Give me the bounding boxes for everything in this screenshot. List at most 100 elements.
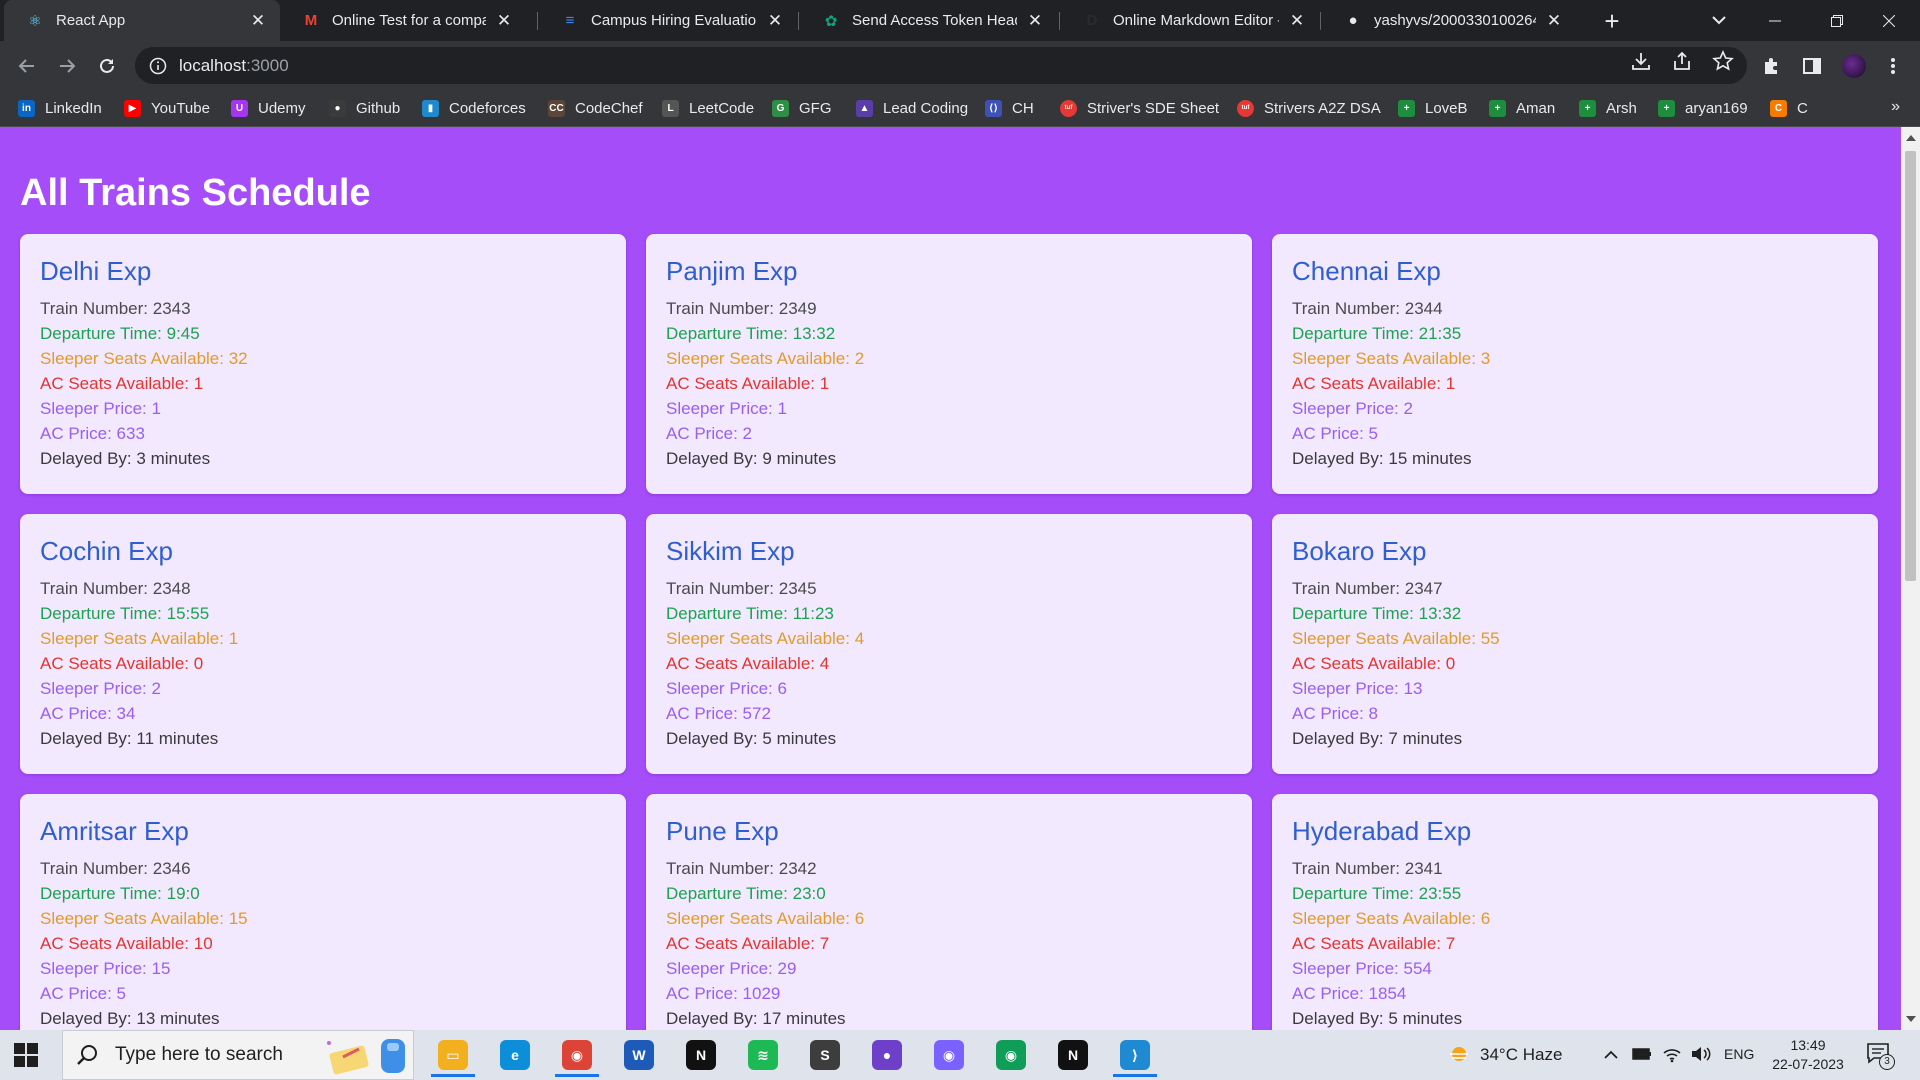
bookmark-label: GFG <box>799 99 832 117</box>
tab-2[interactable]: M Online Test for a company / ✕ <box>280 0 526 41</box>
tab-1[interactable]: ⚛ React App ✕ <box>4 0 280 41</box>
windows-start-icon[interactable] <box>14 1043 38 1067</box>
address-bar[interactable]: localhost:3000 <box>135 47 1747 84</box>
more-bookmarks-button[interactable]: » <box>1891 98 1900 116</box>
close-tab-icon[interactable]: ✕ <box>248 11 268 31</box>
taskbar-app-7[interactable]: S <box>797 1033 853 1077</box>
taskbar-app-2[interactable]: e <box>487 1033 543 1077</box>
close-tab-icon[interactable]: ✕ <box>1544 11 1564 31</box>
taskbar-app-5[interactable]: N <box>673 1033 729 1077</box>
sleeper-price: Sleeper Price: 15 <box>40 956 606 981</box>
bookmark-label: Striver's SDE Sheet <box>1087 99 1220 117</box>
bookmark-arsh[interactable]: + Arsh <box>1579 90 1637 126</box>
language-indicator[interactable]: ENG <box>1724 1046 1754 1062</box>
taskbar-app-9[interactable]: ◉ <box>921 1033 977 1077</box>
sleeper-price-value: 6 <box>777 679 787 698</box>
forward-button[interactable] <box>52 51 82 81</box>
close-tab-icon[interactable]: ✕ <box>1287 11 1307 31</box>
taskbar-app-3[interactable]: ◉ <box>549 1033 605 1077</box>
train-name: Bokaro Exp <box>1292 536 1427 566</box>
taskbar-search-box[interactable]: Type here to search <box>62 1030 414 1080</box>
close-tab-icon[interactable]: ✕ <box>494 11 514 31</box>
page-scrollbar[interactable] <box>1901 127 1920 1030</box>
minimize-button[interactable] <box>1744 0 1806 41</box>
tab-search-icon[interactable] <box>1707 8 1731 32</box>
tab-5[interactable]: D Online Markdown Editor - D ✕ <box>1061 0 1319 41</box>
scrollbar-thumb[interactable] <box>1905 151 1916 581</box>
sleeper-price-value: 15 <box>151 959 171 978</box>
ac-seats-available: AC Seats Available: 0 <box>40 651 606 676</box>
close-tab-icon[interactable]: ✕ <box>765 11 785 31</box>
share-icon[interactable] <box>1671 50 1693 72</box>
system-clock[interactable]: 13:49 22-07-2023 <box>1766 1036 1850 1074</box>
ac-seats-available: AC Seats Available: 1 <box>1292 371 1858 396</box>
notification-count-badge: 3 <box>1879 1054 1895 1070</box>
install-icon[interactable] <box>1630 50 1652 72</box>
tab-3[interactable]: ≡ Campus Hiring Evaluation - ✕ <box>539 0 797 41</box>
scroll-up-arrow[interactable] <box>1906 135 1916 141</box>
file-explorer-icon: ▭ <box>438 1040 468 1070</box>
train-number-label: Train Number: <box>666 299 779 318</box>
sleeper-seats-available-label: Sleeper Seats Available: <box>40 349 229 368</box>
taskbar-app-12[interactable]: ⟩ <box>1107 1033 1163 1077</box>
bookmark-ch[interactable]: ⟨⟩ CH <box>985 90 1034 126</box>
bookmark-aman[interactable]: + Aman <box>1489 90 1555 126</box>
new-tab-button[interactable]: + <box>1597 6 1627 36</box>
bookmark-github[interactable]: ● Github <box>329 90 400 126</box>
sleeper-price-value: 2 <box>1403 399 1413 418</box>
bookmark-leetcode[interactable]: L LeetCode <box>662 90 754 126</box>
scroll-down-arrow[interactable] <box>1906 1016 1916 1022</box>
sleeper-seats-available-value: 1 <box>228 629 239 648</box>
battery-icon[interactable] <box>1632 1047 1652 1061</box>
sleeper-seats-available-label: Sleeper Seats Available: <box>666 629 855 648</box>
notification-center-icon[interactable]: 3 <box>1866 1042 1896 1070</box>
site-info-icon[interactable] <box>149 57 167 75</box>
sleeper-price-value: 29 <box>777 959 797 978</box>
taskbar-app-4[interactable]: W <box>611 1033 667 1077</box>
bookmark-star-icon[interactable] <box>1712 50 1734 72</box>
taskbar-app-10[interactable]: ◉ <box>983 1033 1039 1077</box>
back-button[interactable] <box>12 51 42 81</box>
sleeper-price: Sleeper Price: 6 <box>666 676 1232 701</box>
chrome-menu-icon[interactable] <box>1878 51 1908 81</box>
ac-seats-available-value: 1 <box>193 374 204 393</box>
bookmark-udemy[interactable]: U Udemy <box>231 90 306 126</box>
bookmark-codeforces[interactable]: ▮ Codeforces <box>422 90 526 126</box>
ac-price-label: AC Price: <box>1292 424 1369 443</box>
side-panel-icon[interactable] <box>1797 51 1827 81</box>
tray-overflow-icon[interactable] <box>1603 1048 1619 1062</box>
edge-icon: e <box>500 1040 530 1070</box>
sleeper-price-value: 554 <box>1403 959 1432 978</box>
close-window-button[interactable] <box>1858 0 1920 41</box>
close-tab-icon[interactable]: ✕ <box>1025 11 1045 31</box>
bookmark-strivers-a2z-dsa[interactable]: tuf Strivers A2Z DSA <box>1237 90 1381 126</box>
tab-6[interactable]: ● yashyvs/2000330100264 ✕ <box>1322 0 1576 41</box>
minutes-unit: minutes <box>154 729 219 748</box>
tab-4[interactable]: ✿ Send Access Token Header. ✕ <box>800 0 1057 41</box>
sleeper-price-label: Sleeper Price: <box>666 679 778 698</box>
profile-avatar[interactable] <box>1839 51 1869 81</box>
sheets-plus-icon: + <box>1489 99 1506 117</box>
volume-icon[interactable] <box>1690 1045 1712 1063</box>
taskbar-app-8[interactable]: ● <box>859 1033 915 1077</box>
taskbar-app-6[interactable]: ≋ <box>735 1033 791 1077</box>
extensions-icon[interactable] <box>1757 51 1787 81</box>
taskbar-app-1[interactable]: ▭ <box>425 1033 481 1077</box>
train-number-value: 2349 <box>778 299 817 318</box>
bookmark-gfg[interactable]: G GFG <box>772 90 832 126</box>
bookmark-striver-s-sde-sheet[interactable]: tuf Striver's SDE Sheet <box>1060 90 1219 126</box>
reload-button[interactable] <box>92 51 122 81</box>
bookmark-linkedin[interactable]: in LinkedIn <box>18 90 102 126</box>
bookmark-c[interactable]: CC <box>1770 90 1808 126</box>
bookmark-aryan169[interactable]: + aryan169 <box>1658 90 1748 126</box>
bookmark-youtube[interactable]: ▶ YouTube <box>124 90 210 126</box>
sleeper-seats-available: Sleeper Seats Available: 6 <box>1292 906 1858 931</box>
delayed-by-value: 3 <box>136 449 146 468</box>
wifi-icon[interactable] <box>1662 1045 1682 1063</box>
bookmark-loveb[interactable]: + LoveB <box>1398 90 1468 126</box>
weather-widget[interactable]: 34°C Haze <box>1448 1044 1562 1065</box>
train-number-label: Train Number: <box>666 579 779 598</box>
bookmark-lead-coding[interactable]: ▲ Lead Coding <box>856 90 968 126</box>
bookmark-codechef[interactable]: CC CodeChef <box>548 90 643 126</box>
taskbar-app-11[interactable]: N <box>1045 1033 1101 1077</box>
